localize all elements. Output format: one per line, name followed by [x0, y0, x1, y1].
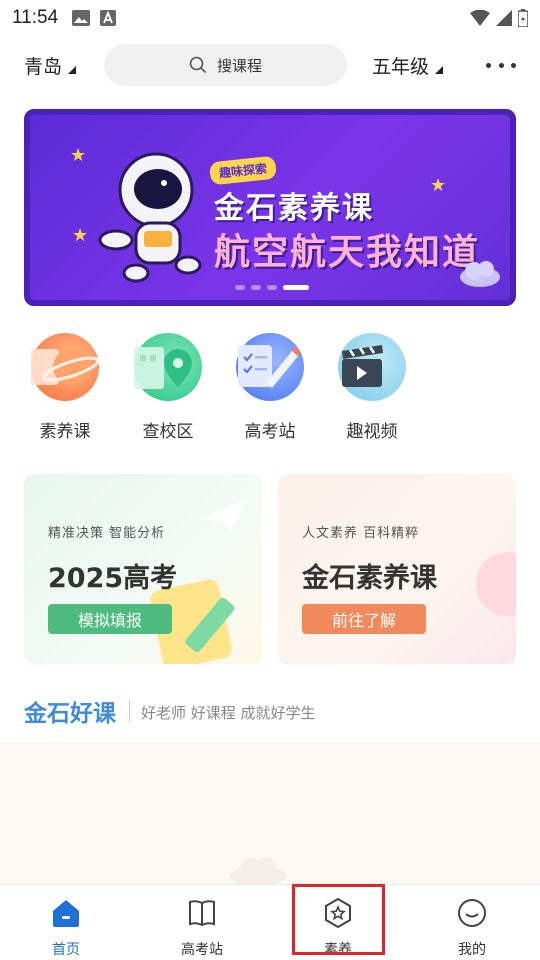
- quick-entry-label: 查校区: [142, 422, 194, 442]
- planet-icon: [31, 333, 99, 401]
- gaokao-card[interactable]: 精准决策 智能分析 2025高考 模拟填报: [24, 474, 262, 664]
- search-input[interactable]: 搜课程: [104, 44, 347, 86]
- card-title: 金石素养课: [302, 563, 437, 594]
- decorative-blob-icon: [476, 552, 516, 616]
- pagination-dot[interactable]: [235, 285, 245, 290]
- dropdown-triangle-icon: [435, 65, 444, 74]
- cloud-icon: [230, 857, 286, 884]
- image-notification-icon: [72, 10, 91, 26]
- paper-plane-icon: [200, 498, 248, 532]
- promo-banner[interactable]: ★ ★ ★ 趣味探索 金石素养课 航空航天我知道: [24, 109, 516, 306]
- quick-entry-grid: 素养课 查校区 高考站 趣视频: [0, 333, 540, 443]
- card-kicker: 人文素养 百科精粹: [302, 526, 420, 541]
- mock-application-button[interactable]: 模拟填报: [48, 604, 172, 634]
- bottom-tab-bar: 首页 高考站 素养 我的: [0, 884, 540, 960]
- section-title: 金石好课: [24, 701, 116, 727]
- card-title: 2025高考: [48, 563, 178, 594]
- cloud-icon: [460, 261, 500, 287]
- grade-selector[interactable]: 五年级: [372, 52, 444, 79]
- top-bar: 青岛 搜课程 五年级: [0, 44, 540, 88]
- clapperboard-icon: [338, 333, 406, 401]
- wifi-icon: [470, 10, 490, 26]
- course-list-area: [0, 742, 540, 884]
- location-building-icon: [134, 333, 202, 401]
- star-icon: ★: [70, 145, 87, 166]
- search-icon: [189, 56, 207, 74]
- dot-icon: [511, 62, 516, 68]
- pagination-dot[interactable]: [251, 285, 261, 290]
- section-subtitle: 好老师 好课程 成就好学生: [141, 704, 316, 722]
- highlight-box: [292, 884, 385, 955]
- smile-face-icon: [458, 899, 486, 927]
- pagination-dot-active[interactable]: [283, 285, 309, 290]
- book-icon: [189, 900, 215, 927]
- more-options-button[interactable]: [486, 50, 516, 80]
- quick-entry-label: 趣视频: [346, 422, 398, 442]
- suyang-card[interactable]: 人文素养 百科精粹 金石素养课 前往了解: [278, 474, 516, 664]
- quick-entry-quishipin[interactable]: 趣视频: [327, 333, 417, 442]
- quick-entry-label: 高考站: [244, 422, 296, 442]
- home-icon: [53, 900, 79, 927]
- card-kicker: 精准决策 智能分析: [48, 526, 166, 541]
- banner-subtitle: 航空航天我知道: [214, 232, 481, 273]
- status-time: 11:54: [12, 7, 59, 28]
- dot-icon: [486, 62, 491, 68]
- battery-icon: [518, 9, 528, 27]
- font-notification-icon: [100, 10, 117, 26]
- dot-icon: [498, 62, 504, 68]
- city-selector[interactable]: 青岛: [24, 52, 77, 79]
- signal-icon: [496, 10, 512, 26]
- banner-title: 金石素养课: [214, 191, 374, 226]
- star-icon: ★: [430, 175, 447, 196]
- quick-entry-chaxiaoqu[interactable]: 查校区: [123, 333, 213, 442]
- pagination-dot[interactable]: [267, 285, 277, 290]
- search-placeholder: 搜课程: [216, 56, 262, 75]
- tab-gaokaozhan[interactable]: 高考站: [162, 897, 242, 959]
- tab-home[interactable]: 首页: [26, 897, 106, 959]
- dropdown-triangle-icon: [68, 65, 77, 74]
- tab-mine[interactable]: 我的: [432, 897, 512, 959]
- checklist-pencil-icon: [236, 333, 304, 401]
- banner-tag: 趣味探索: [208, 155, 278, 186]
- quick-entry-suyangke[interactable]: 素养课: [20, 333, 110, 442]
- learn-more-button[interactable]: 前往了解: [302, 604, 426, 634]
- tab-label: 首页: [52, 942, 80, 958]
- banner-pagination: [235, 285, 309, 290]
- section-divider: [129, 700, 130, 722]
- city-label: 青岛: [24, 56, 63, 78]
- tab-label: 我的: [458, 942, 486, 958]
- grade-label: 五年级: [372, 56, 430, 78]
- status-bar: 11:54: [0, 0, 540, 36]
- tab-label: 高考站: [181, 942, 223, 958]
- quick-entry-gaokaozhan[interactable]: 高考站: [225, 333, 315, 442]
- quick-entry-label: 素养课: [39, 422, 91, 442]
- astronaut-icon: [98, 152, 202, 283]
- star-icon: ★: [72, 225, 89, 246]
